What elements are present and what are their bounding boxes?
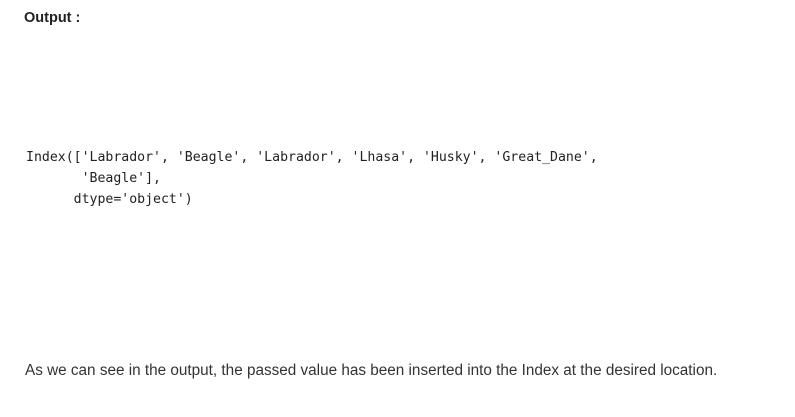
- code-line: 'Beagle'],: [26, 171, 161, 186]
- explanation-text: As we can see in the output, the passed …: [25, 362, 718, 379]
- code-line: dtype='object'): [26, 192, 193, 207]
- output-heading: Output :: [24, 10, 81, 26]
- code-output-block: Index(['Labrador', 'Beagle', 'Labrador',…: [26, 147, 598, 210]
- code-line: Index(['Labrador', 'Beagle', 'Labrador',…: [26, 150, 598, 165]
